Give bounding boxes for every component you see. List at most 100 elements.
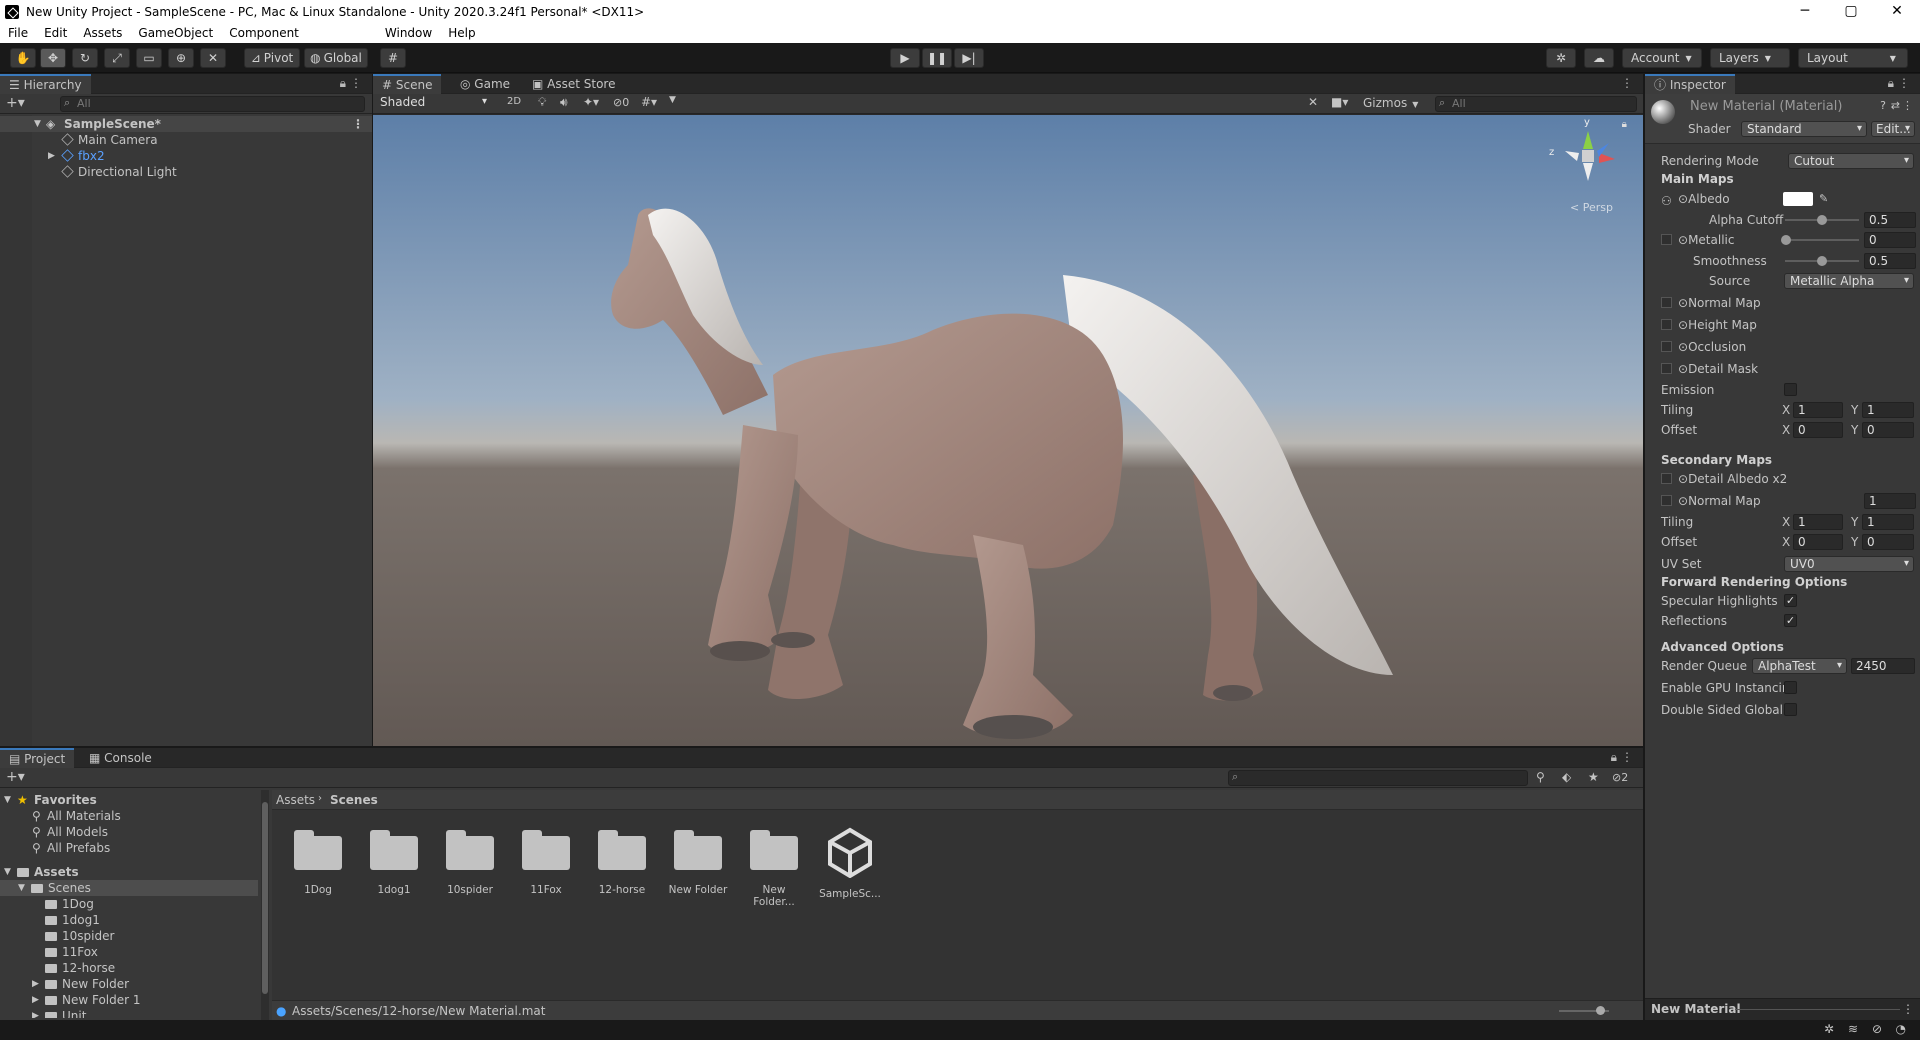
progress-icon[interactable]: ◔ <box>1896 1022 1906 1036</box>
tree-folder-10spider[interactable]: 10spider <box>0 928 258 944</box>
settings-icon[interactable]: ⇄ <box>1891 99 1900 112</box>
hidden-objects-toggle[interactable]: ⊘0 <box>613 96 629 109</box>
hierarchy-item-main-camera[interactable]: Main Camera <box>0 132 372 148</box>
2d-toggle[interactable]: 2D <box>507 96 521 107</box>
expand-arrow-icon[interactable]: ▶ <box>48 148 55 164</box>
tree-folder-unit[interactable]: ▶ Unit <box>0 1008 258 1018</box>
add-dropdown-icon[interactable]: +▾ <box>6 769 25 785</box>
tab-project[interactable]: ▤ Project <box>0 748 75 768</box>
layers-dropdown[interactable]: Layers ▼ <box>1710 48 1790 68</box>
tree-folder-12-horse[interactable]: 12-horse <box>0 960 258 976</box>
play-button[interactable]: ▶ <box>890 48 920 68</box>
assets-row[interactable]: ▼ Assets <box>0 864 258 880</box>
move-tool-icon[interactable]: ✥ <box>40 48 66 68</box>
expand-arrow-icon[interactable]: ▶ <box>32 992 39 1008</box>
layers-icon[interactable]: ≋ <box>1848 1022 1858 1036</box>
maximize-button[interactable]: ▢ <box>1828 0 1874 23</box>
secondary-normal-scale-field[interactable]: 1 <box>1864 493 1916 509</box>
grid-scene-samplescene[interactable]: SampleSc... <box>819 826 881 900</box>
lighting-toggle-icon[interactable]: 💡︎ <box>538 95 546 110</box>
reflections-checkbox[interactable]: ✓ <box>1784 614 1797 627</box>
project-search-input[interactable] <box>1228 770 1528 786</box>
tab-inspector[interactable]: ⓘ Inspector <box>1645 74 1735 94</box>
render-queue-field[interactable]: 2450 <box>1851 658 1915 674</box>
more-options-icon[interactable]: ⋮ <box>350 76 362 90</box>
preview-options-icon[interactable]: ⋮ <box>1902 1002 1914 1016</box>
tree-scrollbar-thumb[interactable] <box>262 802 268 994</box>
alpha-cutoff-slider-handle[interactable] <box>1817 215 1827 225</box>
favorite-star-icon[interactable]: ★ <box>1588 770 1599 784</box>
lock-view-icon[interactable]: 🔒︎ <box>1622 119 1627 130</box>
menu-help[interactable]: Help <box>440 26 483 40</box>
expand-arrow-icon[interactable]: ▼ <box>4 864 11 880</box>
scenes-row[interactable]: ▼ Scenes <box>0 880 258 896</box>
menu-edit[interactable]: Edit <box>36 26 75 40</box>
gpu-instancing-checkbox[interactable] <box>1784 681 1797 694</box>
secondary-tiling-x-field[interactable]: 1 <box>1793 514 1843 530</box>
smoothness-slider-handle[interactable] <box>1817 256 1827 266</box>
texture-slot-icon[interactable] <box>1661 341 1672 352</box>
tree-folder-1dog1[interactable]: 1dog1 <box>0 912 258 928</box>
rendering-mode-dropdown[interactable]: Cutout <box>1788 153 1914 169</box>
hierarchy-item-fbx2[interactable]: ▶ fbx2 <box>0 148 372 164</box>
bake-icon[interactable]: ⊘ <box>1872 1022 1882 1036</box>
hierarchy-search-input[interactable]: All <box>60 96 365 112</box>
scale-tool-icon[interactable]: ⤢ <box>104 48 130 68</box>
layout-dropdown[interactable]: Layout ▼ <box>1798 48 1908 68</box>
scene-row[interactable]: ▼ ◈ SampleScene* ⋮ <box>0 116 372 132</box>
emission-checkbox[interactable] <box>1784 383 1797 396</box>
tree-folder-new-folder-1[interactable]: ▶ New Folder 1 <box>0 992 258 1008</box>
favorites-row[interactable]: ▼ ★ Favorites <box>0 792 258 808</box>
tab-asset-store[interactable]: ▣ Asset Store <box>523 74 625 94</box>
grid-folder-1dog[interactable]: 1Dog <box>287 830 349 896</box>
effects-toggle-icon[interactable]: ✦▾ <box>583 95 599 109</box>
texture-slot-icon[interactable] <box>1661 234 1672 245</box>
add-dropdown-icon[interactable]: +▾ <box>6 95 25 111</box>
secondary-offset-y-field[interactable]: 0 <box>1862 534 1914 550</box>
tree-folder-new-folder[interactable]: ▶ New Folder <box>0 976 258 992</box>
audio-toggle-icon[interactable]: 🔊︎ <box>560 95 568 110</box>
edit-shader-button[interactable]: Edit... <box>1871 121 1915 137</box>
lock-icon[interactable]: 🔒︎ <box>1611 750 1617 765</box>
more-options-icon[interactable]: ⋮ <box>1621 76 1633 90</box>
metallic-slider-handle[interactable] <box>1781 235 1791 245</box>
global-toggle[interactable]: ◍ Global <box>304 48 368 68</box>
specular-highlights-checkbox[interactable]: ✓ <box>1784 594 1797 607</box>
lock-icon[interactable]: 🔒︎ <box>340 76 346 91</box>
rect-tool-icon[interactable]: ▭ <box>136 48 162 68</box>
tools-icon[interactable]: ✕ <box>1308 95 1318 109</box>
scene-options-icon[interactable]: ⋮ <box>352 116 364 132</box>
uv-set-dropdown[interactable]: UV0 <box>1784 556 1914 572</box>
perspective-label[interactable]: < Persp <box>1570 201 1613 214</box>
shading-mode-dropdown[interactable]: Shaded <box>375 95 491 111</box>
more-options-icon[interactable]: ⋮ <box>1621 750 1633 764</box>
eyedropper-icon[interactable]: ✎ <box>1819 190 1828 208</box>
gizmos-dropdown[interactable]: Gizmos ▼ <box>1363 96 1418 110</box>
metallic-field[interactable]: 0 <box>1864 232 1916 248</box>
grid-folder-new-folder-1[interactable]: New Folder... <box>743 830 805 908</box>
favorite-all-prefabs[interactable]: ⚲ All Prefabs <box>0 840 258 856</box>
offset-y-field[interactable]: 0 <box>1862 422 1914 438</box>
transform-tool-icon[interactable]: ⊕ <box>168 48 194 68</box>
icon-size-slider-handle[interactable] <box>1596 1006 1605 1015</box>
tab-hierarchy[interactable]: ☰ Hierarchy <box>0 74 91 94</box>
expand-arrow-icon[interactable]: ▼ <box>4 792 11 808</box>
texture-slot-icon[interactable] <box>1661 319 1672 330</box>
scene-search-input[interactable]: All <box>1435 96 1637 112</box>
menu-assets[interactable]: Assets <box>75 26 130 40</box>
expand-arrow-icon[interactable]: ▼ <box>34 116 41 132</box>
render-queue-dropdown[interactable]: AlphaTest <box>1752 658 1847 674</box>
search-by-type-icon[interactable]: ⚲ <box>1536 770 1545 784</box>
search-by-label-icon[interactable]: ⬖ <box>1562 770 1571 784</box>
tiling-x-field[interactable]: 1 <box>1793 402 1843 418</box>
grid-toggle-icon[interactable]: #▾ <box>641 95 657 109</box>
tab-scene[interactable]: # Scene <box>373 74 442 94</box>
pause-button[interactable]: ❚❚ <box>922 48 952 68</box>
grid-folder-12-horse[interactable]: 12-horse <box>591 830 653 896</box>
secondary-offset-x-field[interactable]: 0 <box>1793 534 1843 550</box>
tree-folder-11fox[interactable]: 11Fox <box>0 944 258 960</box>
collab-icon[interactable]: ✲ <box>1546 48 1576 68</box>
menu-component[interactable]: Component <box>221 26 307 40</box>
tiling-y-field[interactable]: 1 <box>1862 402 1914 418</box>
menu-gameobject[interactable]: GameObject <box>130 26 221 40</box>
